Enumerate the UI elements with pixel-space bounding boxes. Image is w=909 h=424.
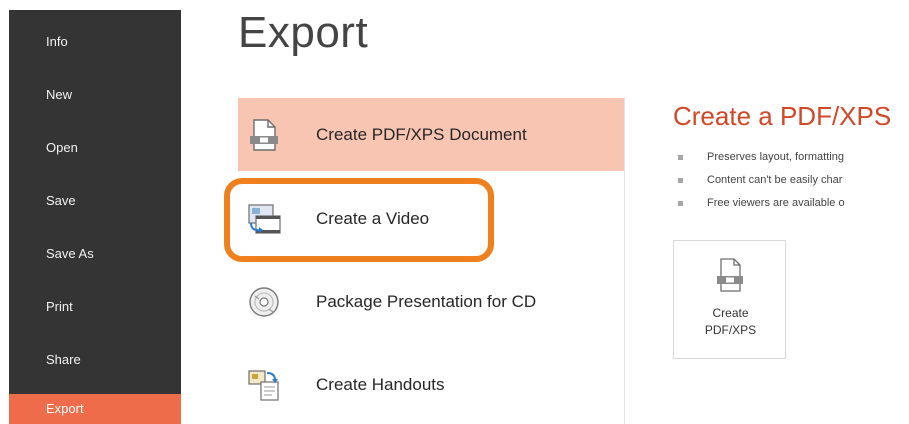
- option-create-video[interactable]: Create a Video: [238, 182, 624, 255]
- sidebar-item-print[interactable]: Print: [9, 292, 181, 322]
- bullet-item: Content can't be easily char: [678, 169, 909, 192]
- video-icon: [247, 202, 281, 236]
- bullet-text: Content can't be easily char: [707, 174, 843, 186]
- option-label: Create Handouts: [316, 375, 445, 394]
- option-create-handouts[interactable]: Create Handouts: [238, 348, 624, 421]
- bullet-square-icon: [678, 201, 683, 206]
- backstage-window: Info New Open Save Save As Print Share E…: [0, 0, 909, 424]
- bullet-item: Free viewers are available o: [678, 192, 909, 215]
- sidebar-item-info[interactable]: Info: [9, 27, 181, 57]
- bullet-text: Preserves layout, formatting: [707, 151, 844, 163]
- options-divider: [624, 98, 625, 424]
- pdf-document-icon: [247, 118, 281, 152]
- option-package-for-cd[interactable]: Package Presentation for CD: [238, 265, 624, 338]
- option-label: Package Presentation for CD: [316, 292, 537, 311]
- export-options-list: Create PDF/XPS Document Create a Video P…: [238, 98, 624, 424]
- detail-title: Create a PDF/XPS: [673, 101, 892, 131]
- pdf-document-icon: [715, 257, 745, 293]
- sidebar-item-save-as[interactable]: Save As: [9, 239, 181, 269]
- sidebar-item-save[interactable]: Save: [9, 186, 181, 216]
- option-label: Create PDF/XPS Document: [316, 125, 527, 144]
- backstage-sidebar: Info New Open Save Save As Print Share E…: [9, 10, 181, 424]
- handouts-icon: [247, 368, 281, 402]
- sidebar-item-export[interactable]: Export: [9, 394, 181, 424]
- bullet-square-icon: [678, 178, 683, 183]
- sidebar-item-open[interactable]: Open: [9, 133, 181, 163]
- create-pdf-xps-button[interactable]: Create PDF/XPS: [673, 240, 786, 359]
- create-pdf-xps-button-label: Create PDF/XPS: [704, 306, 757, 337]
- sidebar-item-share[interactable]: Share: [9, 345, 181, 375]
- cd-icon: [247, 285, 281, 319]
- option-create-pdf-xps[interactable]: Create PDF/XPS Document: [238, 98, 624, 171]
- bullet-text: Free viewers are available o: [707, 197, 845, 209]
- detail-bullets: Preserves layout, formatting Content can…: [678, 146, 909, 215]
- option-label: Create a Video: [316, 209, 430, 228]
- page-title: Export: [238, 8, 369, 57]
- bullet-item: Preserves layout, formatting: [678, 146, 909, 169]
- sidebar-item-new[interactable]: New: [9, 80, 181, 110]
- bullet-square-icon: [678, 155, 683, 160]
